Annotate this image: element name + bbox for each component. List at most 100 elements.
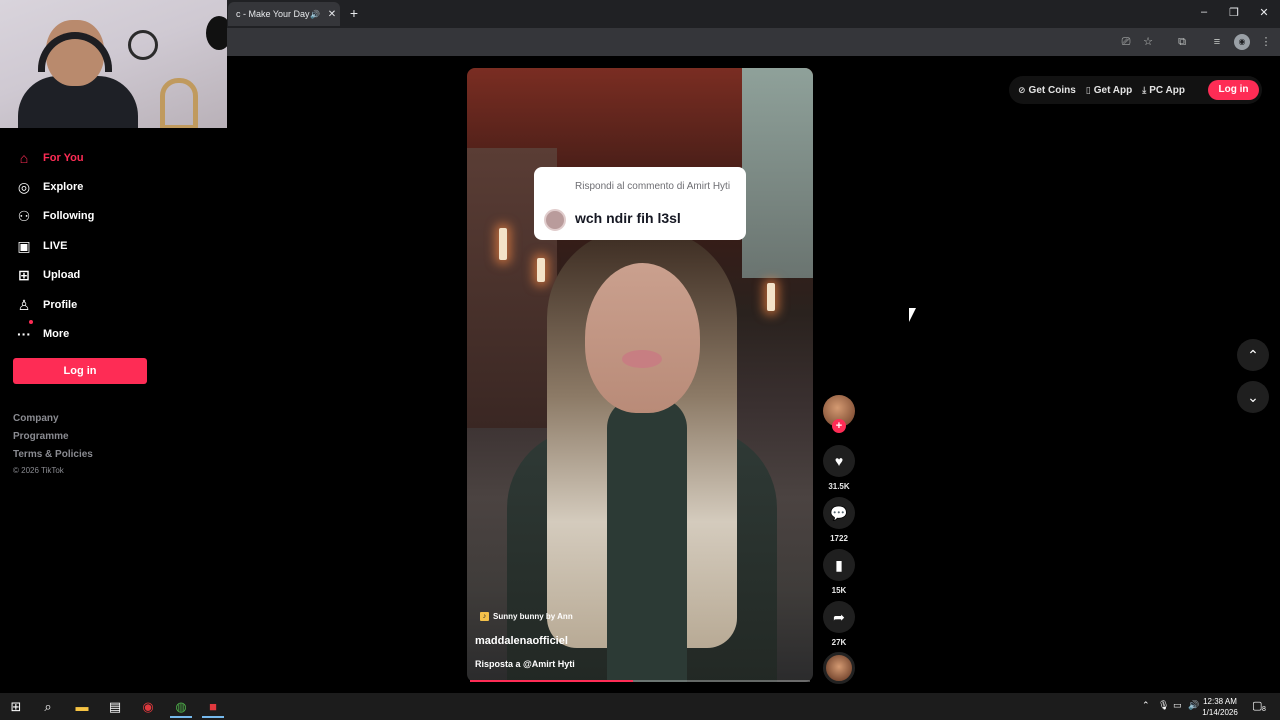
like-count: 31.5K bbox=[828, 482, 850, 491]
video-progress-fill bbox=[470, 680, 634, 682]
follow-plus-icon[interactable]: + bbox=[832, 419, 846, 433]
clock-time: 12:38 AM bbox=[1203, 697, 1237, 706]
sidebar-item-more[interactable]: ··· More bbox=[13, 320, 70, 346]
save-count: 15K bbox=[831, 586, 847, 595]
get-app-link[interactable]: ▯ Get App bbox=[1086, 85, 1132, 96]
comment-button[interactable]: 💬 bbox=[823, 497, 855, 529]
sidebar-item-label: For You bbox=[43, 152, 84, 164]
sidebar-item-live[interactable]: ▣ LIVE bbox=[13, 234, 67, 258]
video-author-username[interactable]: maddalenaofficiel bbox=[475, 635, 568, 647]
live-icon: ▣ bbox=[17, 237, 31, 254]
chevron-down-icon: ⌄ bbox=[1247, 389, 1259, 405]
sidebar-login-button[interactable]: Log in bbox=[13, 358, 147, 384]
sidebar: ⌂ For You ◎ Explore ⚇ Following ▣ LIVE ⊞… bbox=[0, 56, 227, 693]
video-person-face bbox=[585, 263, 700, 413]
notification-center-icon[interactable]: ▢ bbox=[1252, 699, 1262, 712]
app-icon[interactable]: ■ bbox=[202, 696, 224, 718]
chevron-up-icon: ⌃ bbox=[1247, 347, 1259, 363]
obs-icon[interactable]: ◉ bbox=[137, 696, 159, 718]
coin-icon: ⊘ bbox=[1018, 84, 1026, 95]
music-title: Sunny bunny by Ann bbox=[493, 612, 573, 621]
webcam-lamp-shape bbox=[206, 16, 227, 50]
sidebar-item-label: Following bbox=[43, 210, 95, 222]
new-tab-button[interactable]: + bbox=[346, 5, 362, 21]
sidebar-item-profile[interactable]: ♙ Profile bbox=[13, 293, 78, 317]
share-arrow-icon: ➦ bbox=[833, 609, 845, 625]
sidebar-item-upload[interactable]: ⊞ Upload bbox=[13, 263, 80, 287]
network-icon[interactable]: ▭ bbox=[1173, 700, 1182, 711]
webcam-overlay bbox=[0, 0, 227, 128]
music-note-icon: ♪ bbox=[480, 612, 489, 621]
webcam-mirror-shape bbox=[128, 30, 158, 60]
reply-to-text: Rispondi al commento di Amirt Hyti bbox=[575, 181, 731, 192]
video-player[interactable] bbox=[467, 68, 813, 682]
tray-expand-icon[interactable]: ⌃ bbox=[1142, 700, 1150, 711]
footer-link-company[interactable]: Company bbox=[13, 413, 59, 424]
chrome-icon[interactable]: ◍ bbox=[170, 696, 192, 718]
mouse-cursor-icon bbox=[909, 308, 916, 322]
pc-app-link[interactable]: ⤓ PC App bbox=[1142, 85, 1185, 96]
sidebar-item-label: Upload bbox=[43, 269, 81, 281]
extensions-icon[interactable]: ⧉ bbox=[1174, 34, 1190, 50]
music-tag[interactable]: ♪ Sunny bunny by Ann bbox=[480, 612, 573, 621]
sidebar-item-explore[interactable]: ◎ Explore bbox=[13, 175, 83, 199]
like-button[interactable]: ♥ bbox=[823, 445, 855, 477]
minimize-button[interactable]: – bbox=[1194, 6, 1214, 18]
bookmark-icon: ▮ bbox=[835, 557, 843, 573]
sidebar-item-following[interactable]: ⚇ Following bbox=[13, 204, 95, 228]
sidebar-item-label: LIVE bbox=[43, 240, 68, 252]
get-coins-link[interactable]: ⊘ Get Coins bbox=[1018, 85, 1076, 96]
video-person-lips bbox=[622, 350, 662, 368]
previous-video-button[interactable]: ⌃ bbox=[1237, 339, 1269, 371]
sidebar-item-label: More bbox=[43, 328, 70, 340]
profile-icon: ♙ bbox=[17, 296, 31, 313]
download-icon: ⤓ bbox=[1142, 84, 1147, 95]
save-button[interactable]: ▮ bbox=[823, 549, 855, 581]
browser-profile-icon[interactable]: ◉ bbox=[1234, 34, 1250, 50]
video-background-window bbox=[742, 68, 813, 278]
share-button[interactable]: ➦ bbox=[823, 601, 855, 633]
bookmark-star-icon[interactable]: ☆ bbox=[1140, 34, 1156, 50]
video-candle bbox=[499, 228, 507, 260]
volume-icon[interactable]: 🔊 bbox=[1188, 700, 1199, 711]
tab-close-icon[interactable]: ✕ bbox=[324, 9, 340, 20]
comment-count: 1722 bbox=[830, 534, 848, 543]
speaker-icon[interactable]: 🔊 bbox=[310, 10, 324, 19]
sidebar-item-for-you[interactable]: ⌂ For You bbox=[13, 146, 84, 170]
microphone-icon[interactable]: 🎙 bbox=[1158, 700, 1169, 711]
webcam-person bbox=[18, 14, 138, 128]
webcam-chair-shape bbox=[160, 78, 198, 128]
windows-start-icon[interactable]: ⊞ bbox=[5, 696, 27, 718]
phone-icon: ▯ bbox=[1085, 84, 1091, 95]
notification-dot bbox=[29, 320, 33, 324]
store-icon[interactable]: ▤ bbox=[104, 696, 126, 718]
share-count: 27K bbox=[831, 638, 847, 647]
next-video-button[interactable]: ⌄ bbox=[1237, 381, 1269, 413]
browser-tab[interactable]: c - Make Your Day 🔊 ✕ bbox=[228, 2, 340, 26]
home-icon: ⌂ bbox=[19, 150, 29, 166]
music-disc-icon[interactable] bbox=[823, 652, 855, 684]
get-coins-label: Get Coins bbox=[1028, 84, 1076, 96]
comment-text: wch ndir fih l3sl bbox=[575, 210, 681, 226]
window-close-button[interactable]: ✕ bbox=[1254, 6, 1274, 19]
footer-link-programme[interactable]: Programme bbox=[13, 431, 69, 442]
media-control-icon[interactable]: ≡ bbox=[1209, 34, 1225, 50]
taskbar-clock[interactable]: 12:38 AM 1/14/2026 bbox=[1200, 696, 1240, 718]
get-app-label: Get App bbox=[1093, 84, 1133, 96]
header-login-button[interactable]: Log in bbox=[1208, 80, 1259, 100]
video-progress-bar[interactable] bbox=[470, 680, 810, 682]
sidebar-item-label: Profile bbox=[43, 299, 78, 311]
video-candle bbox=[537, 258, 545, 282]
restore-button[interactable]: ❐ bbox=[1224, 6, 1244, 19]
footer-link-terms[interactable]: Terms & Policies bbox=[13, 449, 93, 460]
browser-menu-icon[interactable]: ⋮ bbox=[1258, 34, 1274, 50]
copyright-text: © 2026 TikTok bbox=[13, 466, 64, 475]
windows-taskbar: ⊞ ⌕ ▬ ▤ ◉ ◍ ■ ⌃ 🎙 ▭ 🔊 12:38 AM 1/14/2026… bbox=[0, 693, 1280, 720]
upload-icon: ⊞ bbox=[18, 266, 30, 283]
install-app-icon[interactable]: ⎚ bbox=[1118, 34, 1134, 50]
video-candle bbox=[767, 283, 775, 311]
search-icon[interactable]: ⌕ bbox=[37, 696, 59, 718]
clock-date: 1/14/2026 bbox=[1202, 708, 1238, 717]
commenter-avatar bbox=[544, 209, 566, 231]
file-explorer-icon[interactable]: ▬ bbox=[71, 696, 93, 718]
